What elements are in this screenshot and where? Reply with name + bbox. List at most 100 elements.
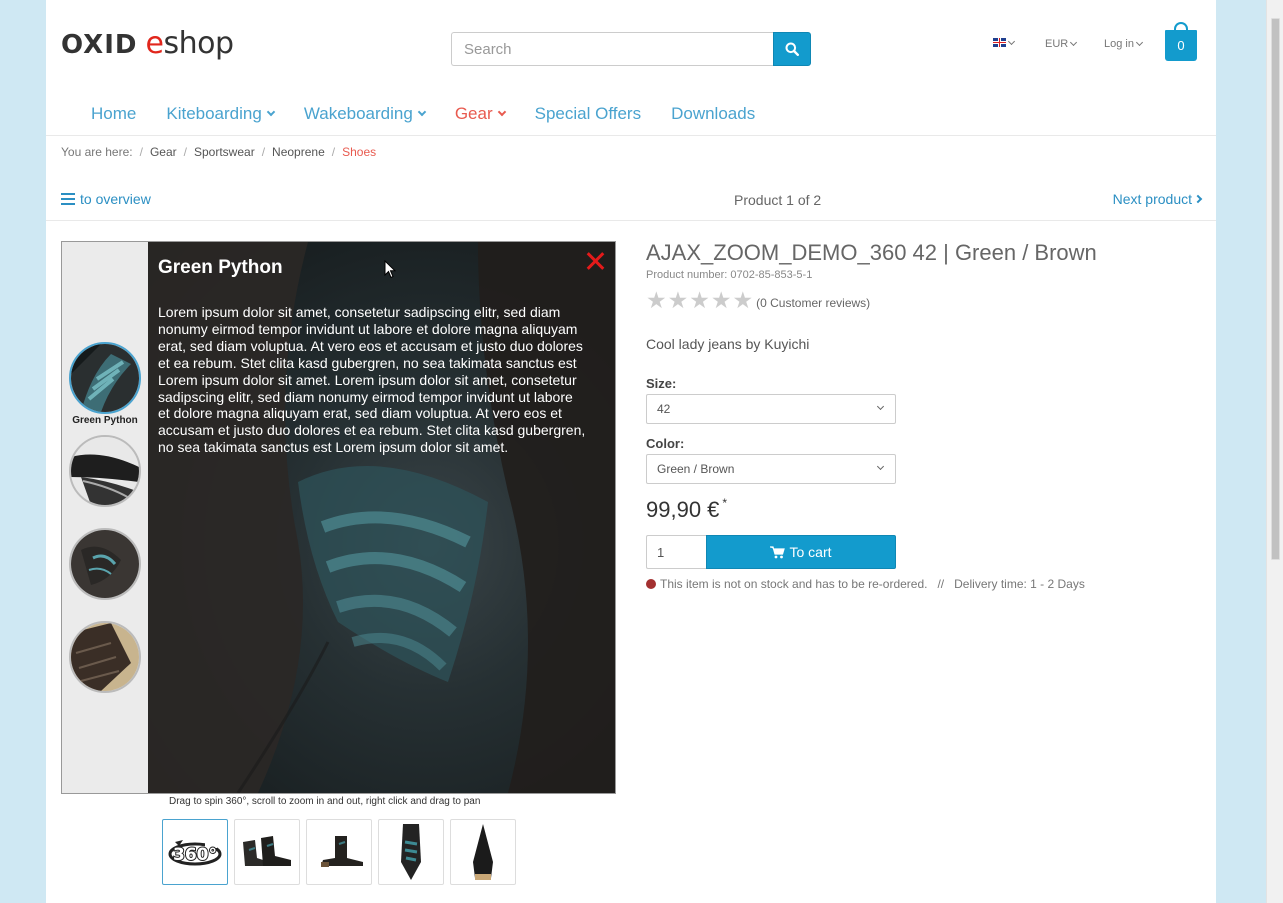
variant-thumb-green-python[interactable]	[69, 342, 141, 414]
chevron-down-icon	[497, 107, 506, 117]
currency-selector[interactable]: EUR	[1045, 38, 1078, 50]
chevron-down-icon	[1070, 38, 1078, 47]
price-note: *	[722, 496, 728, 510]
nav-wakeboarding[interactable]: Wakeboarding	[303, 104, 427, 124]
price-value: 99,90 €	[646, 497, 720, 522]
chevron-right-icon	[1193, 194, 1203, 204]
chevron-down-icon	[1135, 38, 1144, 47]
overlay-description: Lorem ipsum dolor sit amet, consetetur s…	[158, 304, 586, 456]
boot-detail-thumbnail	[71, 530, 139, 598]
spin-360-badge: 360°	[173, 845, 217, 865]
variant-gallery: Green Python	[62, 242, 148, 793]
star-icon[interactable]: ★	[646, 290, 667, 313]
to-cart-button[interactable]: To cart	[706, 535, 896, 569]
to-overview-link[interactable]: to overview	[61, 191, 151, 207]
product-count: Product 1 of 2	[734, 192, 822, 208]
variant-thumb-3[interactable]	[69, 528, 141, 600]
search-input[interactable]	[451, 32, 773, 66]
stock-status-icon	[646, 579, 656, 589]
nav-home[interactable]: Home	[91, 104, 136, 124]
to-overview-label: to overview	[80, 191, 151, 207]
nav-wakeboarding-label: Wakeboarding	[303, 104, 413, 123]
login-menu[interactable]: Log in	[1104, 38, 1144, 50]
star-icon[interactable]: ★	[733, 290, 754, 313]
size-value: 42	[657, 402, 671, 416]
nav-special-offers-label: Special Offers	[534, 104, 642, 123]
stock-text: This item is not on stock and has to be …	[660, 577, 928, 591]
color-select[interactable]: Green / Brown	[646, 454, 896, 484]
boot-front-image	[401, 824, 421, 880]
logo-e: e	[145, 26, 164, 61]
gallery-thumb-4[interactable]	[378, 819, 444, 885]
search-button[interactable]	[773, 32, 811, 66]
chevron-down-icon	[1007, 37, 1016, 45]
boot-sole-image	[473, 824, 493, 880]
chevron-down-icon	[876, 402, 885, 411]
product-number: Product number: 0702-85-853-5-1	[646, 269, 813, 281]
chevron-down-icon	[417, 107, 427, 117]
nav-kiteboarding-label: Kiteboarding	[166, 104, 262, 123]
next-product-link[interactable]: Next product	[1112, 191, 1203, 207]
nav-downloads[interactable]: Downloads	[671, 104, 755, 124]
product-price: 99,90 € *	[646, 496, 727, 523]
star-icon[interactable]: ★	[668, 290, 689, 313]
logo-oxid: OXID	[61, 30, 138, 60]
scrollbar-thumb[interactable]	[1271, 18, 1280, 560]
variant-label: Green Python	[72, 415, 138, 426]
rating: ★ ★ ★ ★ ★ (0 Customer reviews)	[646, 290, 870, 313]
stock-info: This item is not on stock and has to be …	[646, 577, 1085, 591]
nav-gear[interactable]: Gear	[454, 104, 506, 124]
page: OXID e shop EUR Log in 0 Home Kiteboardi…	[46, 0, 1216, 903]
gallery-thumb-5[interactable]	[450, 819, 516, 885]
pager-divider	[46, 220, 1216, 221]
to-cart-label: To cart	[789, 544, 832, 560]
login-label: Log in	[1104, 38, 1134, 50]
shop-logo[interactable]: OXID e shop	[61, 26, 234, 61]
chevron-down-icon	[266, 107, 276, 117]
nav-divider	[46, 135, 1216, 136]
next-product-label: Next product	[1112, 191, 1192, 207]
size-label: Size:	[646, 376, 677, 391]
language-selector[interactable]	[993, 37, 1016, 47]
spin-360-icon: 360°	[168, 834, 222, 866]
basket-button[interactable]: 0	[1165, 22, 1197, 62]
breadcrumb-separator: /	[139, 145, 143, 159]
logo-shop: shop	[163, 26, 234, 61]
close-overlay-button[interactable]	[586, 252, 604, 270]
breadcrumb-separator: /	[261, 145, 266, 159]
overlay-title: Green Python	[158, 257, 283, 278]
main-nav: Home Kiteboarding Wakeboarding Gear Spec…	[91, 104, 785, 124]
short-description: Cool lady jeans by Kuyichi	[646, 336, 810, 352]
nav-special-offers[interactable]: Special Offers	[535, 104, 641, 124]
page-scrollbar[interactable]	[1266, 0, 1283, 903]
nav-home-label: Home	[91, 104, 137, 123]
variant-thumb-4[interactable]	[69, 621, 141, 693]
zoom-stage[interactable]: Green Python Lorem ipsum dolor sit amet,…	[148, 242, 615, 793]
zoom-360-viewer[interactable]: Green Python Green Python Lorem ipsum do…	[61, 241, 616, 794]
nav-gear-label: Gear	[454, 104, 493, 123]
gallery-thumb-2[interactable]	[234, 819, 300, 885]
breadcrumb-separator: /	[183, 145, 187, 159]
mouse-cursor-icon	[384, 260, 396, 279]
gallery-thumb-360[interactable]: 360°	[162, 819, 228, 885]
image-gallery: 360°	[162, 819, 522, 885]
color-value: Green / Brown	[657, 462, 735, 476]
star-icon[interactable]: ★	[711, 290, 732, 313]
viewer-hint: Drag to spin 360°, scroll to zoom in and…	[169, 796, 481, 807]
breadcrumb-gear[interactable]: Gear	[150, 145, 177, 159]
basket-icon: 0	[1165, 30, 1197, 61]
nav-kiteboarding[interactable]: Kiteboarding	[166, 104, 276, 124]
cart-icon	[770, 545, 786, 558]
variant-thumb-2[interactable]	[69, 435, 141, 507]
breadcrumb-sportswear[interactable]: Sportswear	[194, 145, 255, 159]
gallery-thumb-3[interactable]	[306, 819, 372, 885]
boots-pair-image	[243, 836, 291, 866]
quantity-input[interactable]	[646, 535, 706, 569]
size-select[interactable]: 42	[646, 394, 896, 424]
breadcrumb-separator: /	[331, 145, 336, 159]
color-label: Color:	[646, 436, 685, 451]
boot-sole-thumbnail	[71, 623, 139, 691]
star-icon[interactable]: ★	[689, 290, 710, 313]
breadcrumb-neoprene[interactable]: Neoprene	[272, 145, 325, 159]
reviews-link[interactable]: (0 Customer reviews)	[756, 296, 870, 310]
